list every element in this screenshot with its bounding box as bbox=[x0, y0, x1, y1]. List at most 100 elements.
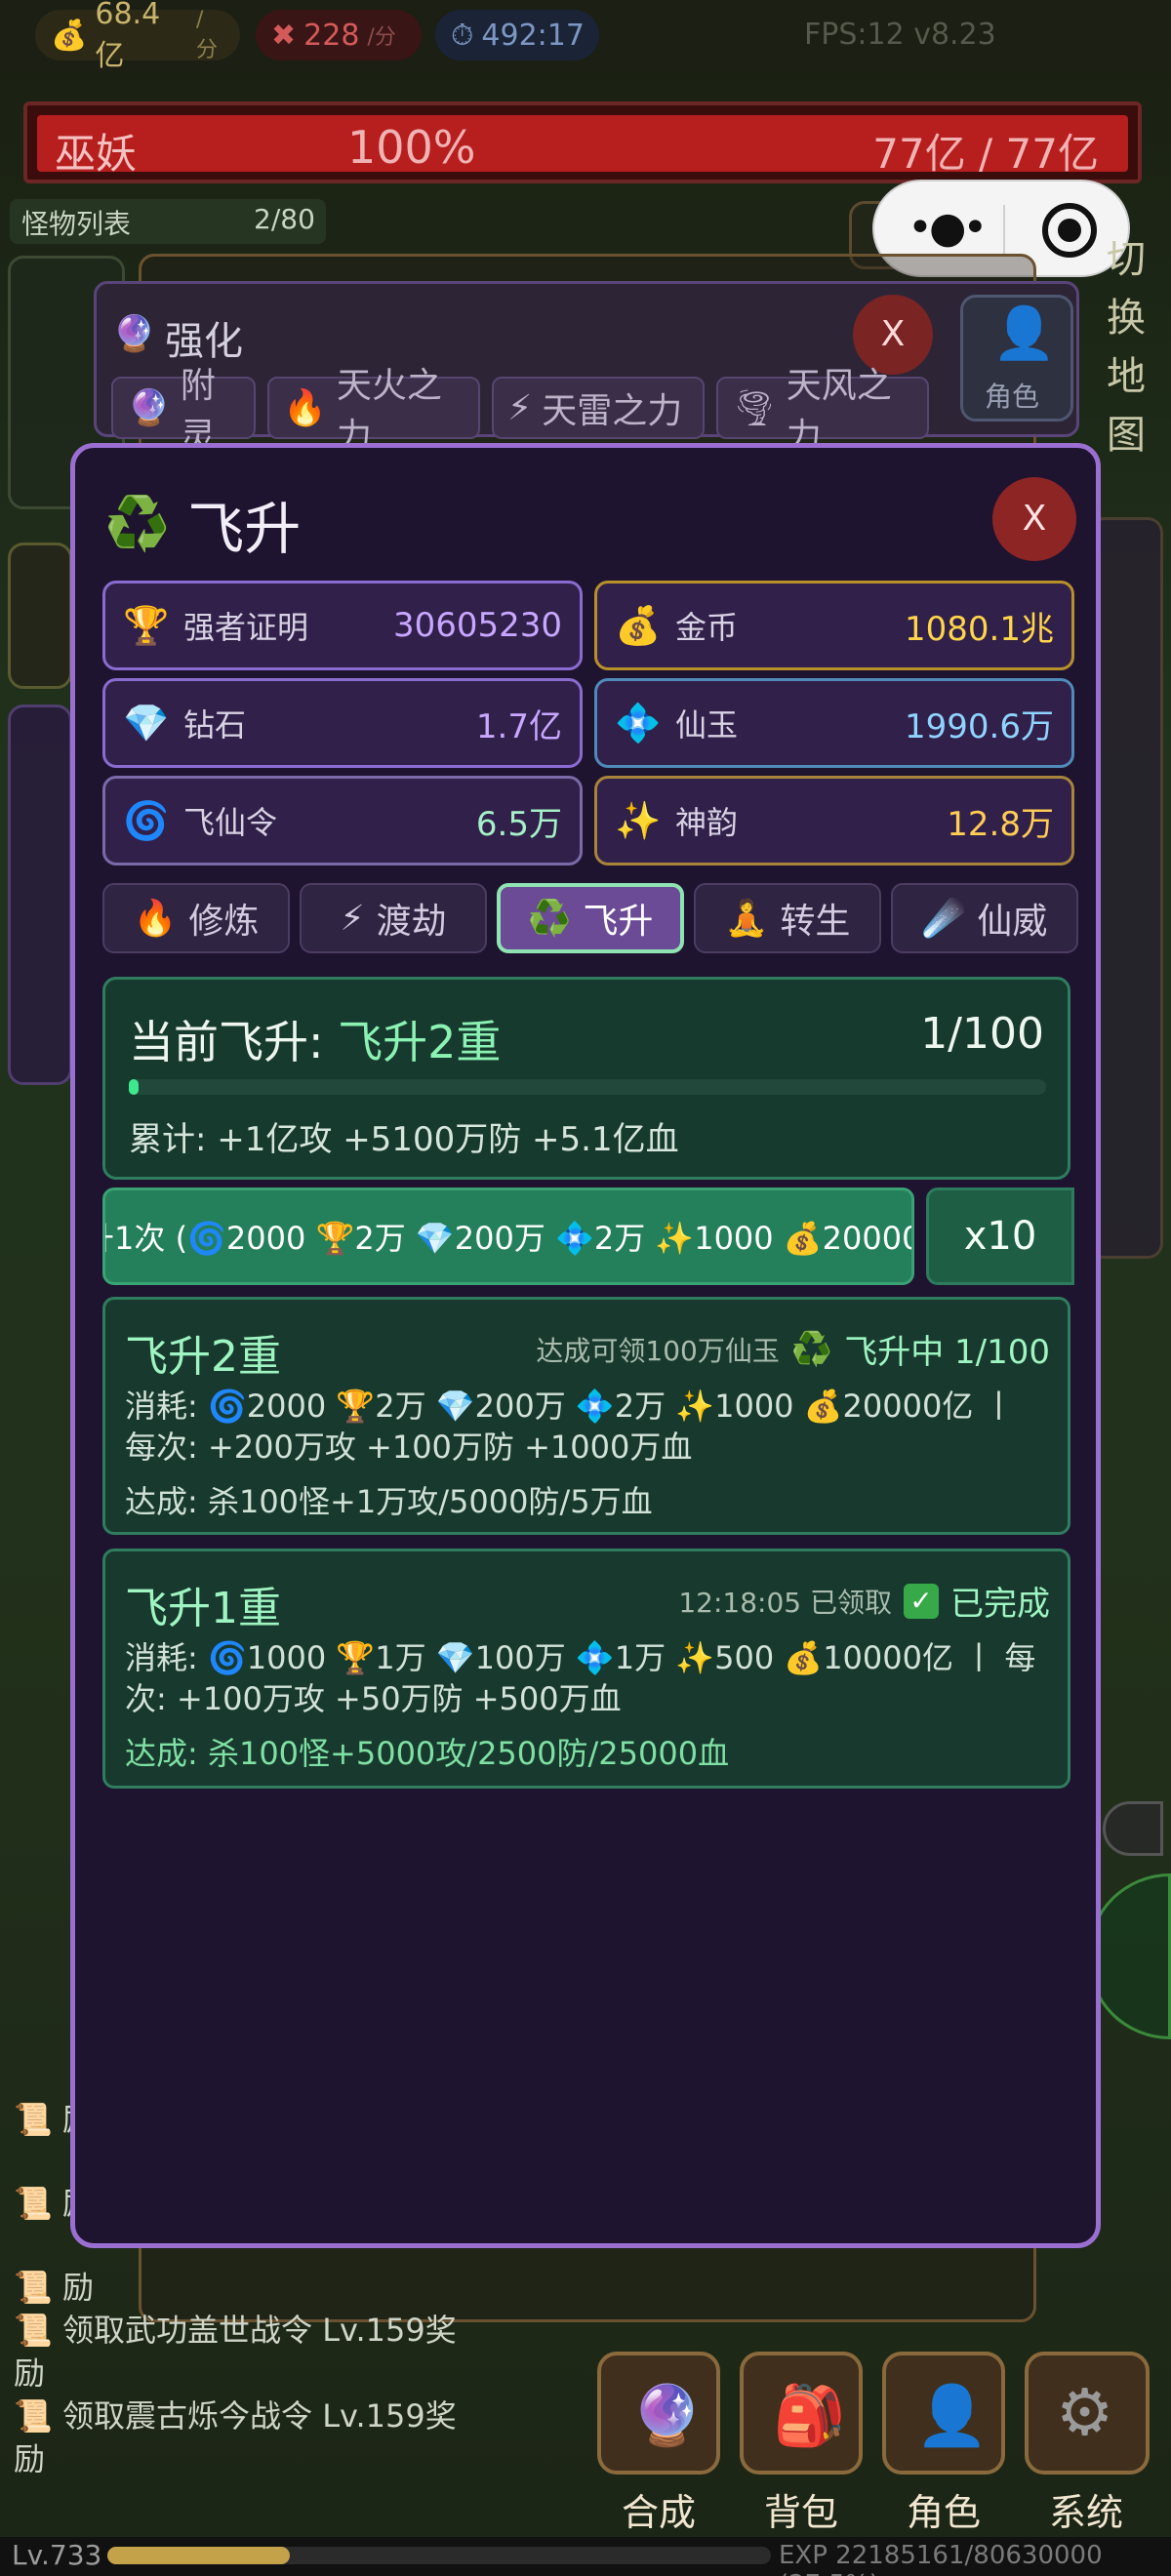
map-switch-button[interactable]: 切 换 地 图 bbox=[1097, 230, 1155, 464]
resource-value: 1.7亿 bbox=[475, 706, 562, 746]
meditation-icon: 🧘 bbox=[724, 899, 769, 939]
recycle-icon: ♻️ bbox=[790, 1329, 833, 1369]
progress-stage: 飞升2重 bbox=[338, 1016, 502, 1068]
quest-text: 领取震古烁今战令 Lv.159奖 bbox=[62, 2397, 457, 2435]
money-bag-icon: 💰 bbox=[51, 18, 88, 53]
tab-label: 渡劫 bbox=[376, 902, 447, 942]
fire-icon: 🔥 bbox=[283, 388, 327, 428]
exp-bar-fill bbox=[107, 2547, 290, 2564]
tab-tianfeng[interactable]: 🌪 天风之力 bbox=[716, 366, 929, 457]
nav-craft-button[interactable]: 🔮 bbox=[597, 2352, 720, 2475]
person-icon: 👤 bbox=[915, 2382, 989, 2450]
side-character-label: 角色 bbox=[985, 381, 1040, 413]
stage-goal: 达成: 杀100怪+5000攻/2500防/25000血 bbox=[125, 1735, 730, 1772]
resource-value: 12.8万 bbox=[947, 804, 1054, 844]
resource-label: 神韵 bbox=[675, 804, 739, 841]
resource-value: 30605230 bbox=[392, 606, 562, 645]
tab-tribulation[interactable]: ⚡ 渡劫 bbox=[300, 883, 487, 953]
tab-label: 仙威 bbox=[977, 902, 1048, 942]
swirl-icon: 🌀 bbox=[123, 798, 170, 842]
quest-text: 励 bbox=[14, 2440, 46, 2477]
modal-title: ♻️ 飞升 bbox=[104, 483, 301, 565]
ascension-progress-box: 当前飞升: 飞升2重 1/100 累计: +1亿攻 +5100万防 +5.1亿血 bbox=[102, 977, 1070, 1180]
timer-value: 492:17 bbox=[481, 18, 585, 53]
stopwatch-icon: ⏱ bbox=[451, 18, 474, 53]
resource-card-strong-proof: 🏆 强者证明 30605230 bbox=[102, 581, 583, 670]
exp-readout: EXP 22185161/80630000 (27.5%) bbox=[779, 2541, 1103, 2576]
crystal-ball-icon: 🔮 bbox=[630, 2382, 704, 2450]
tab-tianlei[interactable]: ⚡ 天雷之力 bbox=[492, 377, 705, 439]
ascension-modal: ♻️ 飞升 X 🏆 强者证明 30605230 💰 金币 1080.1兆 💎 钻… bbox=[70, 443, 1101, 2248]
side-character-button[interactable]: 👤 角色 bbox=[960, 295, 1073, 422]
ascend-once-button[interactable]: 飞升1次 (🌀2000 🏆2万 💎200万 💠2万 ✨1000 💰20000亿) bbox=[102, 1187, 914, 1285]
money-bag-icon: 💰 bbox=[615, 603, 662, 647]
stage-status: 12:18:05 已领取 ✓ 已完成 bbox=[678, 1577, 1050, 1625]
ascend-x10-button[interactable]: x10 bbox=[926, 1187, 1074, 1285]
tab-label: 天雷之力 bbox=[542, 391, 683, 431]
nav-craft-label: 合成 bbox=[621, 2491, 696, 2534]
kill-rate-value: 228 bbox=[303, 18, 360, 53]
monster-list-count: 2/80 bbox=[254, 203, 315, 235]
tab-label: 修炼 bbox=[188, 902, 260, 942]
tab-tianhuo[interactable]: 🔥 天火之力 bbox=[267, 366, 480, 457]
left-quest-strip bbox=[8, 543, 72, 689]
tab-fuling[interactable]: 🔮 附灵 bbox=[111, 366, 256, 457]
right-setting-tab bbox=[1103, 1801, 1163, 1856]
modal-close-button[interactable]: X bbox=[992, 477, 1076, 561]
map-switch-char: 换 bbox=[1107, 296, 1146, 341]
stage-status: 达成可领100万仙玉 ♻️ 飞升中 1/100 bbox=[536, 1325, 1050, 1373]
more-dots-icon[interactable]: •●• bbox=[908, 203, 988, 253]
orb-icon: 🔮 bbox=[127, 388, 171, 428]
stage-status-text: 已完成 bbox=[950, 1585, 1050, 1624]
resource-value: 1080.1兆 bbox=[905, 609, 1054, 649]
resource-value: 1990.6万 bbox=[905, 706, 1054, 746]
sparkles-icon: ✨ bbox=[615, 798, 662, 842]
nav-bag-label: 背包 bbox=[763, 2491, 838, 2534]
quest-line[interactable]: 📜 励 bbox=[14, 2266, 94, 2309]
scroll-icon: 📜 bbox=[14, 2269, 63, 2306]
resource-card-charm: ✨ 神韵 12.8万 bbox=[594, 776, 1074, 865]
fps-readout: FPS:12 v8.23 bbox=[804, 18, 996, 52]
close-target-icon[interactable] bbox=[1042, 203, 1097, 258]
fire-icon: 🔥 bbox=[133, 899, 178, 939]
tab-label: 转生 bbox=[780, 902, 851, 942]
map-switch-char: 地 bbox=[1107, 354, 1146, 399]
nav-role-label: 角色 bbox=[906, 2491, 981, 2534]
tab-cultivate[interactable]: 🔥 修炼 bbox=[102, 883, 290, 953]
progress-fill bbox=[129, 1079, 139, 1095]
lightning-icon: ⚡ bbox=[340, 898, 365, 939]
progress-prefix: 当前飞升: bbox=[129, 1016, 339, 1068]
resource-card-immortal-token: 🌀 飞仙令 6.5万 bbox=[102, 776, 583, 865]
stage-note: 达成可领100万仙玉 bbox=[536, 1334, 780, 1367]
stage-goal: 达成: 杀100怪+1万攻/5000防/5万血 bbox=[125, 1483, 653, 1520]
timer-pill: ⏱ 492:17 bbox=[435, 10, 599, 60]
quest-line[interactable]: 📜 领取震古烁今战令 Lv.159奖 bbox=[14, 2395, 457, 2437]
nav-system-button[interactable]: ⚙ bbox=[1025, 2352, 1150, 2475]
capsule-divider bbox=[1003, 205, 1005, 256]
modal-title-text: 飞升 bbox=[187, 496, 302, 562]
quest-text: 励 bbox=[62, 2269, 95, 2306]
resource-value: 6.5万 bbox=[475, 804, 562, 844]
player-level: Lv.733 bbox=[12, 2539, 102, 2571]
crystal-ball-icon: 🔮 bbox=[112, 314, 156, 354]
checkmark-icon: ✓ bbox=[904, 1583, 939, 1619]
boss-hp-bar: 巫妖 100% 77亿 / 77亿 bbox=[23, 101, 1142, 183]
progress-track bbox=[129, 1079, 1046, 1095]
monster-list-header[interactable]: 怪物列表 2/80 bbox=[10, 199, 326, 244]
tab-rebirth[interactable]: 🧘 转生 bbox=[694, 883, 881, 953]
nav-bag-button[interactable]: 🎒 bbox=[740, 2352, 863, 2475]
map-switch-char: 切 bbox=[1107, 237, 1146, 282]
stage-name: 飞升1重 bbox=[125, 1584, 281, 1633]
tab-immortal-might[interactable]: ☄️ 仙威 bbox=[891, 883, 1078, 953]
exp-bar bbox=[107, 2547, 771, 2564]
stage-status-text: 飞升中 1/100 bbox=[844, 1333, 1050, 1372]
progress-count: 1/100 bbox=[920, 1009, 1044, 1059]
trophy-icon: 🏆 bbox=[123, 603, 170, 647]
tab-ascend[interactable]: ♻️ 飞升 bbox=[497, 883, 684, 953]
jade-icon: 💠 bbox=[615, 701, 662, 745]
quest-text: 励 bbox=[14, 2355, 46, 2392]
quest-line[interactable]: 📜 领取武功盖世战令 Lv.159奖 bbox=[14, 2309, 457, 2352]
gold-rate-pill: 💰 68.4亿 /分 bbox=[35, 0, 240, 73]
nav-role-button[interactable]: 👤 bbox=[882, 2352, 1005, 2475]
resource-card-gold: 💰 金币 1080.1兆 bbox=[594, 581, 1074, 670]
